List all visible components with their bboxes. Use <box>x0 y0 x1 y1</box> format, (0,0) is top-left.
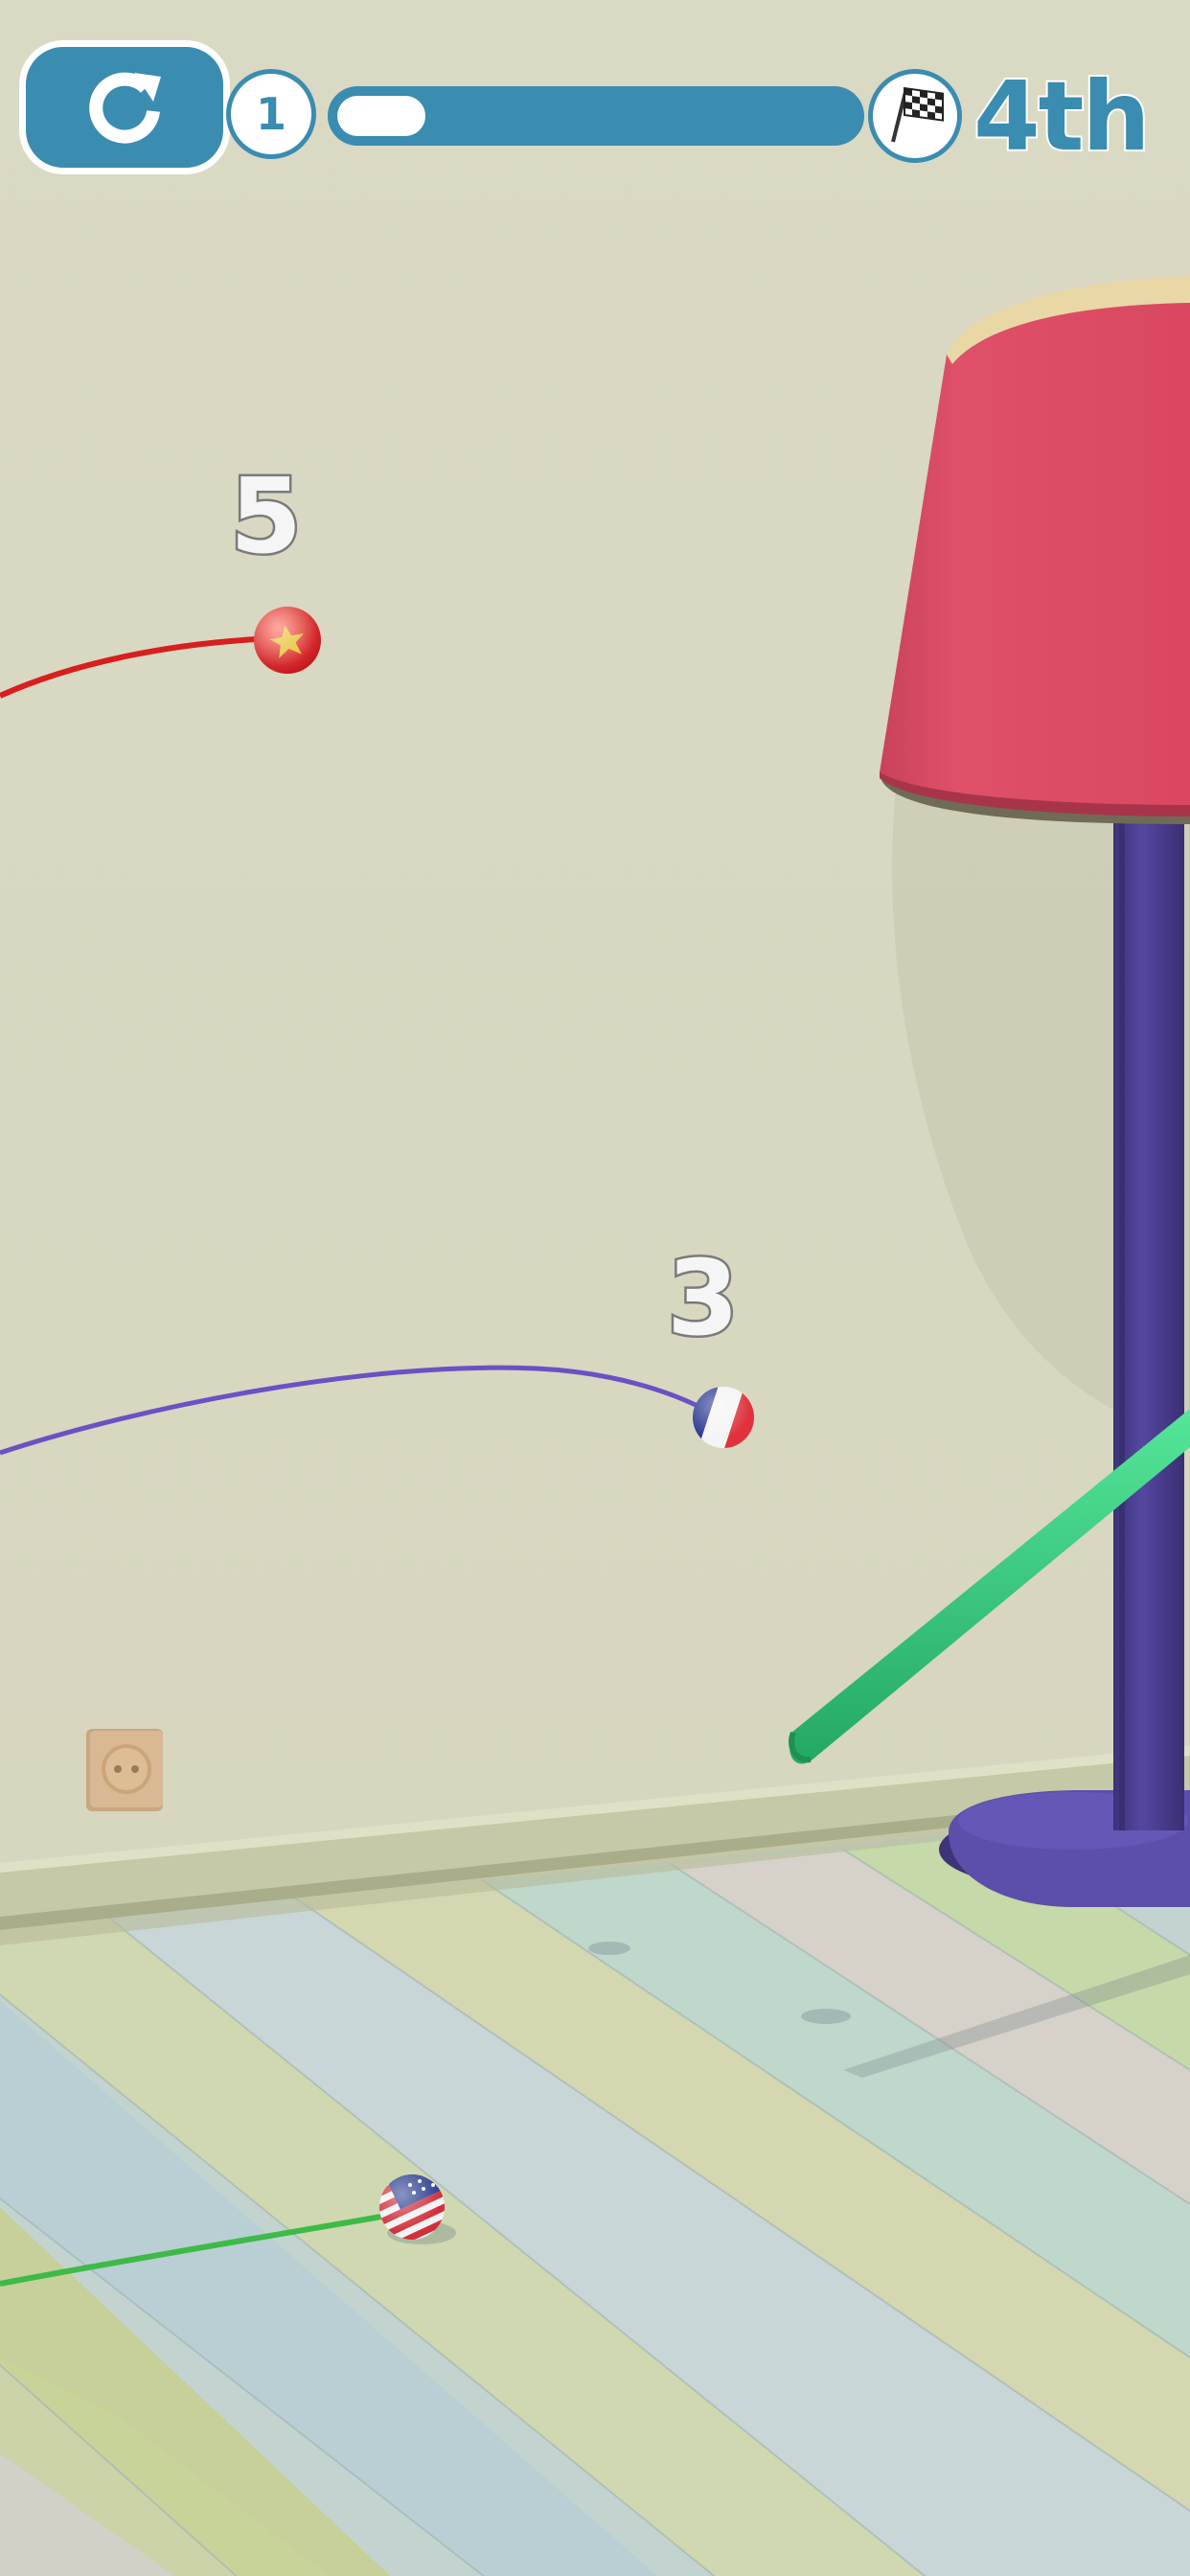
vietnam-flag-ball <box>254 607 321 674</box>
top-hud: 1 4th <box>0 0 1190 192</box>
restart-button[interactable] <box>19 40 230 174</box>
checkered-flag-icon <box>883 82 947 150</box>
game-scene <box>0 0 1190 2576</box>
wall-outlet <box>86 1729 163 1811</box>
rank-label: 3 <box>664 1239 741 1359</box>
progress-bar <box>328 86 864 146</box>
rank-label: 5 <box>227 457 304 577</box>
progress-fill <box>337 96 425 136</box>
finish-badge <box>868 69 962 163</box>
restart-icon <box>79 59 171 155</box>
race-position: 4th <box>972 58 1153 174</box>
level-badge: 1 <box>226 69 316 159</box>
